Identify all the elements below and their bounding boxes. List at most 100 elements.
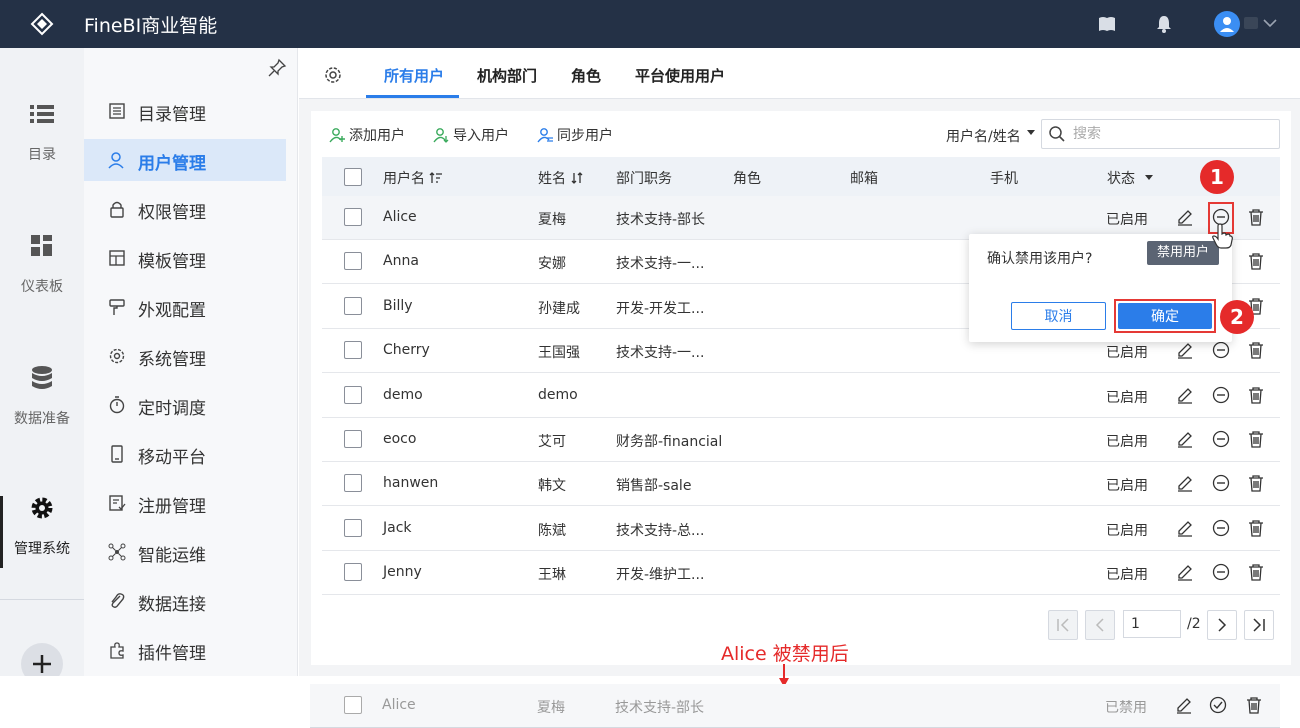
edit-icon[interactable]	[1176, 386, 1194, 404]
disable-icon[interactable]	[1212, 519, 1230, 537]
row-checkbox[interactable]	[344, 386, 362, 404]
edit-icon[interactable]	[1176, 563, 1194, 581]
tab-roles[interactable]: 角色	[571, 65, 601, 86]
settings-gear-icon[interactable]	[323, 65, 343, 85]
confirm-button-highlight	[1114, 299, 1216, 333]
trash-icon[interactable]	[1247, 474, 1265, 492]
menu-item-scheduling[interactable]: 定时调度	[84, 384, 286, 426]
menu-item-data-connection[interactable]: 数据连接	[84, 580, 286, 622]
disable-icon[interactable]	[1212, 386, 1230, 404]
search-field-selector[interactable]: 用户名/姓名	[946, 126, 1021, 146]
trash-icon[interactable]	[1247, 208, 1265, 226]
pin-icon[interactable]	[267, 58, 287, 78]
last-page-icon	[1253, 618, 1265, 632]
disable-icon[interactable]	[1212, 430, 1230, 448]
row-checkbox[interactable]	[344, 341, 362, 359]
header-name[interactable]: 姓名	[538, 168, 584, 188]
menu-item-registration[interactable]: 注册管理	[84, 482, 286, 524]
first-page-button[interactable]	[1048, 610, 1078, 640]
avatar[interactable]	[1214, 11, 1240, 37]
active-tab-indicator	[366, 95, 459, 98]
confirm-message: 确认禁用该用户?	[987, 251, 1093, 267]
menu-item-user-management[interactable]: 用户管理	[84, 139, 286, 181]
help-book-icon[interactable]	[1097, 14, 1117, 34]
header-username[interactable]: 用户名	[383, 168, 443, 188]
edit-icon[interactable]	[1176, 519, 1194, 537]
menu-item-templates[interactable]: 模板管理	[84, 237, 286, 279]
cell-department: 技术支持-部长	[615, 700, 705, 716]
cell-name: 夏梅	[537, 700, 565, 716]
trash-icon[interactable]	[1247, 341, 1265, 359]
sync-user-button[interactable]: 同步用户	[537, 125, 613, 145]
row-checkbox[interactable]	[344, 297, 362, 315]
cell-status: 已启用	[1106, 523, 1148, 539]
cell-status: 已启用	[1106, 478, 1148, 494]
tab-platform-users[interactable]: 平台使用用户	[635, 65, 725, 86]
menu-item-smart-ops[interactable]: 智能运维	[84, 531, 286, 573]
cell-name: demo	[538, 387, 578, 403]
add-user-button[interactable]: 添加用户	[329, 125, 405, 145]
last-page-button[interactable]	[1244, 610, 1274, 640]
rail-item-admin[interactable]: 管理系统	[0, 494, 84, 584]
menu-item-plugins[interactable]: 插件管理	[84, 629, 286, 671]
step-badge-2: 2	[1220, 300, 1254, 334]
cell-status: 已启用	[1106, 390, 1148, 406]
row-checkbox[interactable]	[344, 252, 362, 270]
trash-icon[interactable]	[1247, 563, 1265, 581]
cancel-button[interactable]: 取消	[1011, 302, 1106, 330]
sort-icon[interactable]	[570, 171, 584, 185]
edit-icon[interactable]	[1176, 208, 1194, 226]
user-icon	[108, 152, 124, 169]
trash-icon[interactable]	[1245, 696, 1263, 714]
page-number-input[interactable]	[1123, 610, 1181, 638]
chevron-down-icon[interactable]	[1262, 15, 1278, 31]
trash-icon[interactable]	[1247, 252, 1265, 270]
rail-item-data-prep[interactable]: 数据准备	[0, 364, 84, 454]
edit-icon[interactable]	[1176, 430, 1194, 448]
next-page-button[interactable]	[1207, 610, 1237, 640]
trash-icon[interactable]	[1247, 430, 1265, 448]
search-icon	[1049, 126, 1065, 142]
trash-icon[interactable]	[1247, 519, 1265, 537]
enable-check-icon[interactable]	[1209, 696, 1227, 714]
disable-icon[interactable]	[1212, 563, 1230, 581]
cell-status: 已启用	[1106, 567, 1148, 583]
rail-item-dashboard[interactable]: 仪表板	[0, 232, 84, 322]
username-blurred	[1244, 17, 1258, 29]
import-user-button[interactable]: 导入用户	[433, 125, 509, 145]
edit-icon[interactable]	[1175, 696, 1193, 714]
row-checkbox[interactable]	[344, 519, 362, 537]
tab-all-users[interactable]: 所有用户	[384, 65, 444, 86]
disable-icon[interactable]	[1212, 474, 1230, 492]
after-disable-caption: Alice 被禁用后	[721, 643, 849, 665]
cell-username: Jack	[383, 520, 412, 536]
disable-icon[interactable]	[1212, 341, 1230, 359]
row-checkbox[interactable]	[344, 430, 362, 448]
edit-icon[interactable]	[1176, 474, 1194, 492]
menu-item-catalog[interactable]: 目录管理	[84, 90, 286, 132]
bell-icon[interactable]	[1154, 14, 1174, 34]
menu-item-mobile[interactable]: 移动平台	[84, 433, 286, 475]
row-checkbox[interactable]	[344, 474, 362, 492]
row-checkbox[interactable]	[344, 696, 362, 714]
cell-department: 开发-开发工...	[616, 301, 705, 317]
menu-item-system[interactable]: 系统管理	[84, 335, 286, 377]
register-icon	[109, 495, 126, 511]
status-filter-caret-icon[interactable]	[1145, 175, 1153, 180]
rail-item-catalog[interactable]: 目录	[0, 100, 84, 190]
prev-page-button[interactable]	[1085, 610, 1115, 640]
cell-department: 开发-维护工...	[616, 567, 705, 583]
caret-down-icon[interactable]	[1027, 130, 1035, 135]
header-status[interactable]: 状态	[1107, 168, 1135, 188]
row-checkbox[interactable]	[344, 563, 362, 581]
menu-item-permissions[interactable]: 权限管理	[84, 188, 286, 230]
select-all-checkbox[interactable]	[344, 168, 362, 186]
cell-department: 财务部-financial	[616, 434, 723, 450]
trash-icon[interactable]	[1247, 386, 1265, 404]
edit-icon[interactable]	[1176, 341, 1194, 359]
search-input[interactable]	[1073, 121, 1273, 147]
menu-item-appearance[interactable]: 外观配置	[84, 286, 286, 328]
tab-departments[interactable]: 机构部门	[477, 65, 537, 86]
row-checkbox[interactable]	[344, 208, 362, 226]
sort-asc-icon[interactable]	[429, 171, 443, 185]
